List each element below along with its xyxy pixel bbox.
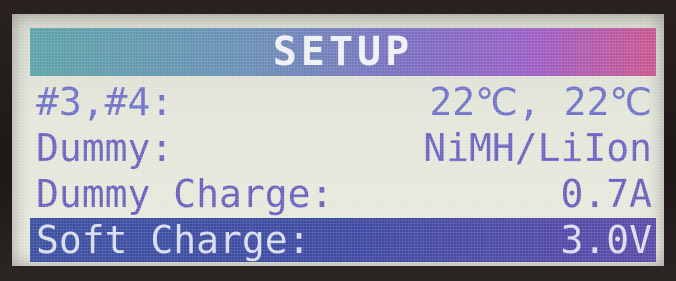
screen-title: SETUP	[272, 29, 414, 75]
lcd-screen: SETUP #3,#4: 22℃, 22℃ Dummy: NiMH/LiIon …	[12, 14, 664, 266]
row-value: 0.7A	[560, 172, 652, 216]
row-value: 3.0V	[560, 218, 652, 262]
menu-row-dummy-charge[interactable]: Dummy Charge: 0.7A	[30, 172, 656, 216]
row-label: Soft Charge:	[36, 218, 311, 262]
row-label: #3,#4:	[36, 80, 174, 124]
setup-menu: #3,#4: 22℃, 22℃ Dummy: NiMH/LiIon Dummy …	[30, 80, 656, 264]
row-value: 22℃, 22℃	[429, 80, 652, 124]
row-label: Dummy Charge:	[36, 172, 334, 216]
row-value: NiMH/LiIon	[423, 126, 652, 170]
menu-row-temperature[interactable]: #3,#4: 22℃, 22℃	[30, 80, 656, 124]
row-label: Dummy:	[36, 126, 174, 170]
menu-row-soft-charge[interactable]: Soft Charge: 3.0V	[30, 218, 656, 262]
title-bar: SETUP	[30, 28, 656, 76]
menu-row-dummy[interactable]: Dummy: NiMH/LiIon	[30, 126, 656, 170]
